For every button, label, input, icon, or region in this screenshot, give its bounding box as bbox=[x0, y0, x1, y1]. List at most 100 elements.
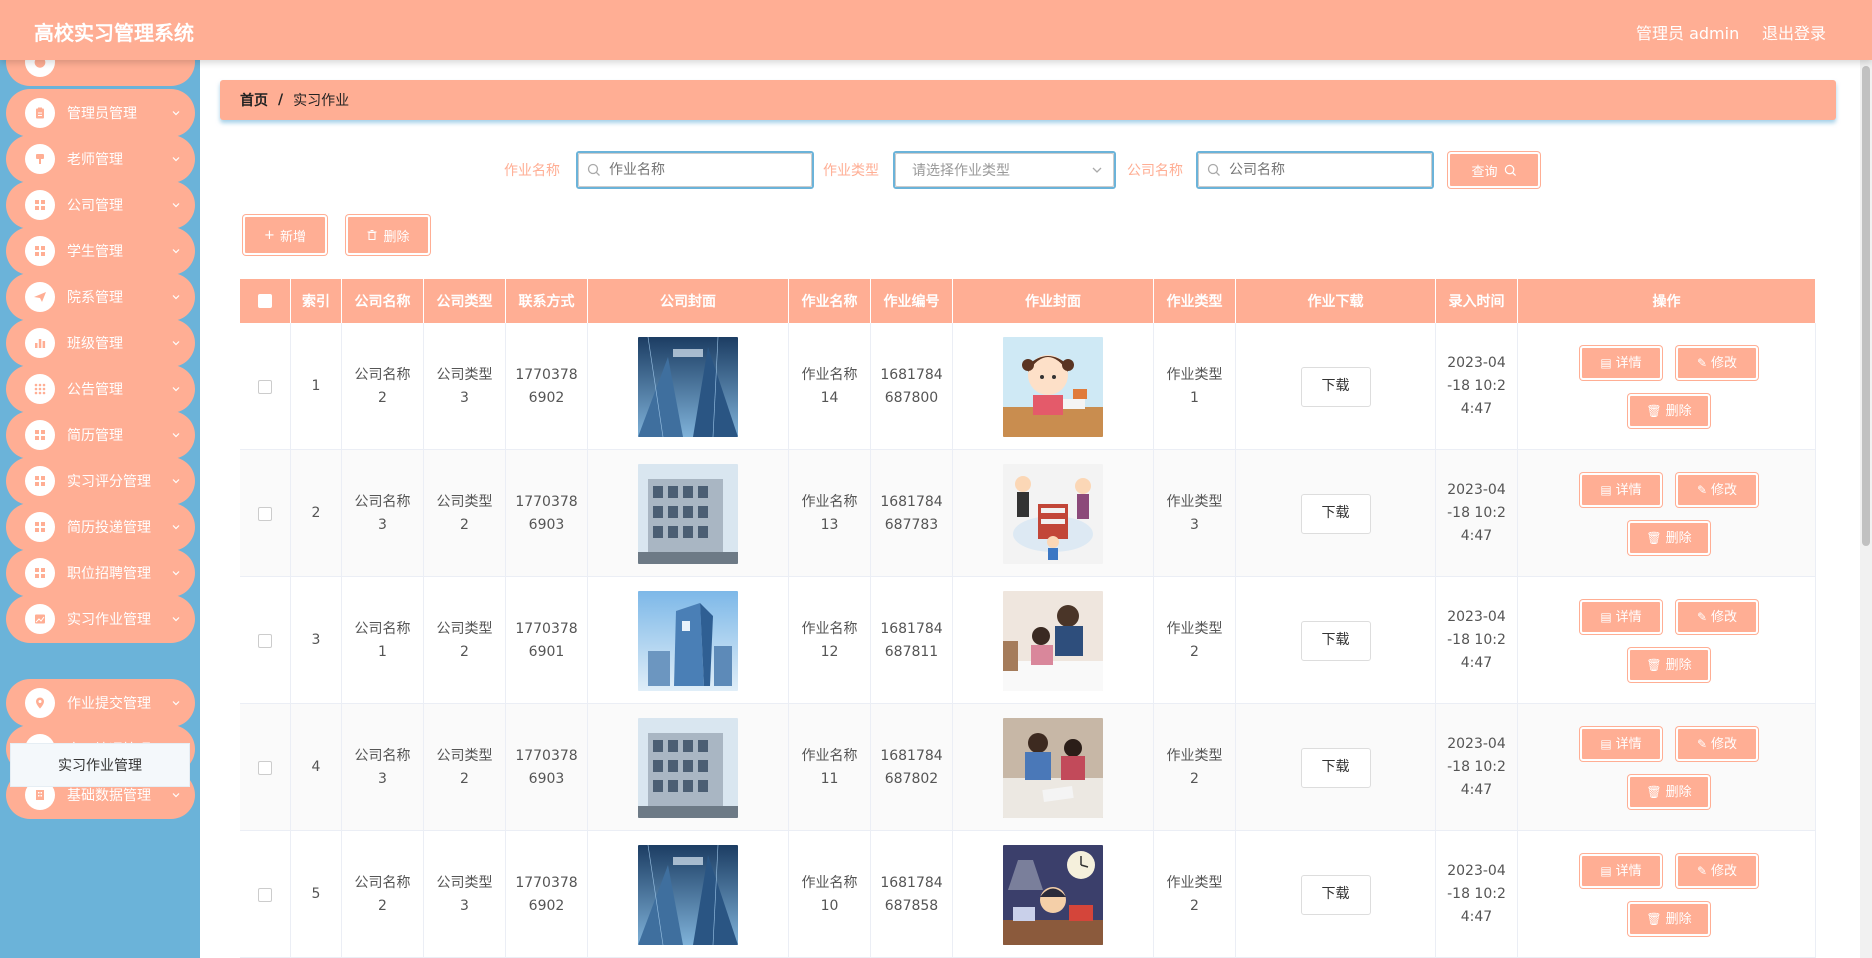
page-scrollbar[interactable] bbox=[1860, 60, 1872, 958]
sidebar-item-3[interactable]: 公司管理 bbox=[6, 181, 195, 229]
sidebar-item-2[interactable]: 老师管理 bbox=[6, 135, 195, 183]
operations-cell: ▤ 详情 ✎ 修改 🗑 删除 bbox=[1518, 323, 1816, 450]
edit-button[interactable]: ✎ 修改 bbox=[1676, 473, 1758, 507]
sidebar-item-10[interactable]: 简历投递管理 bbox=[6, 503, 195, 551]
paper-plane-icon bbox=[25, 282, 55, 312]
type-filter-select[interactable]: 请选择作业类型 bbox=[893, 151, 1116, 189]
detail-button[interactable]: ▤ 详情 bbox=[1580, 854, 1662, 888]
document-icon: ▤ bbox=[1600, 736, 1612, 751]
logout-link[interactable]: 退出登录 bbox=[1762, 20, 1826, 44]
company-cover-image bbox=[638, 463, 738, 564]
name-filter-input[interactable] bbox=[609, 162, 789, 178]
type-filter-label: 作业类型 bbox=[823, 163, 879, 179]
add-button[interactable]: + 新增 bbox=[243, 215, 327, 255]
homework-cover-image bbox=[1003, 717, 1103, 818]
cell-time: 2023-04 -18 10:2 4:47 bbox=[1436, 450, 1518, 577]
chevron-down-icon bbox=[172, 111, 180, 116]
sidebar-item-13[interactable]: 作业提交管理 bbox=[6, 679, 195, 727]
grid-icon bbox=[25, 420, 55, 450]
cell-index: 5 bbox=[291, 831, 342, 958]
header-select-all[interactable] bbox=[240, 279, 291, 323]
document-icon: ▤ bbox=[1600, 609, 1612, 624]
chevron-down-icon bbox=[172, 341, 180, 346]
sidebar-item-label: 院系管理 bbox=[67, 290, 123, 306]
cell-hw-name: 作业名称 12 bbox=[789, 577, 871, 704]
homework-cover-cell bbox=[953, 450, 1154, 577]
trash-icon: 🗑 bbox=[1646, 657, 1662, 672]
download-button[interactable]: 下载 bbox=[1300, 874, 1371, 915]
cell-hw-name: 作业名称 11 bbox=[789, 704, 871, 831]
chevron-down-icon bbox=[172, 793, 180, 798]
sidebar-item-8[interactable]: 简历管理 bbox=[6, 411, 195, 459]
company-cover-image bbox=[638, 336, 738, 437]
name-filter-label: 作业名称 bbox=[504, 163, 560, 179]
breadcrumb-separator: / bbox=[278, 92, 284, 108]
sidebar-item-5[interactable]: 院系管理 bbox=[6, 273, 195, 321]
row-checkbox[interactable] bbox=[258, 506, 272, 521]
sidebar-item-label: 简历管理 bbox=[67, 428, 123, 444]
sidebar-item-11[interactable]: 职位招聘管理 bbox=[6, 549, 195, 597]
podium-icon bbox=[25, 144, 55, 174]
sidebar-item-7[interactable]: 公告管理 bbox=[6, 365, 195, 413]
sidebar-item-12[interactable]: 实习作业管理 bbox=[6, 595, 195, 643]
detail-button[interactable]: ▤ 详情 bbox=[1580, 600, 1662, 634]
detail-button[interactable]: ▤ 详情 bbox=[1580, 346, 1662, 380]
sidebar-item-6[interactable]: 班级管理 bbox=[6, 319, 195, 367]
row-delete-button[interactable]: 🗑 删除 bbox=[1628, 648, 1710, 682]
detail-button[interactable]: ▤ 详情 bbox=[1580, 473, 1662, 507]
sidebar-item-label: 管理员管理 bbox=[67, 106, 137, 122]
search-icon bbox=[1504, 164, 1516, 176]
edit-button[interactable]: ✎ 修改 bbox=[1676, 346, 1758, 380]
location-icon bbox=[25, 688, 55, 718]
row-checkbox[interactable] bbox=[258, 633, 272, 648]
clipboard-icon bbox=[25, 98, 55, 128]
select-all-checkbox[interactable] bbox=[258, 294, 272, 308]
row-delete-button[interactable]: 🗑 删除 bbox=[1628, 394, 1710, 428]
document-icon: ▤ bbox=[1600, 482, 1612, 497]
cell-time: 2023-04 -18 10:2 4:47 bbox=[1436, 831, 1518, 958]
row-delete-button-label: 删除 bbox=[1665, 403, 1692, 419]
query-button[interactable]: 查询 bbox=[1448, 152, 1540, 188]
breadcrumb-home[interactable]: 首页 bbox=[240, 90, 268, 110]
sidebar-item-label: 学生管理 bbox=[67, 244, 123, 260]
sidebar-item-hidden[interactable]: ● bbox=[6, 60, 195, 86]
row-checkbox[interactable] bbox=[258, 760, 272, 775]
chevron-down-icon bbox=[172, 701, 180, 706]
row-delete-button[interactable]: 🗑 删除 bbox=[1628, 775, 1710, 809]
sidebar-item-4[interactable]: 学生管理 bbox=[6, 227, 195, 275]
download-button[interactable]: 下载 bbox=[1300, 747, 1371, 788]
cell-hw-no: 1681784 687802 bbox=[871, 704, 953, 831]
breadcrumb-current: 实习作业 bbox=[293, 93, 350, 109]
edit-button[interactable]: ✎ 修改 bbox=[1676, 727, 1758, 761]
edit-button[interactable]: ✎ 修改 bbox=[1676, 854, 1758, 888]
company-filter-input[interactable] bbox=[1229, 162, 1409, 178]
row-delete-button[interactable]: 🗑 删除 bbox=[1628, 902, 1710, 936]
table-header: 索引 公司名称 公司类型 联系方式 公司封面 作业名称 作业编号 作业封面 作业类型 作业下载 录入… bbox=[240, 279, 1816, 323]
edit-icon: ✎ bbox=[1696, 736, 1708, 751]
download-button[interactable]: 下载 bbox=[1300, 366, 1371, 407]
sidebar-item-9[interactable]: 实习评分管理 bbox=[6, 457, 195, 505]
homework-cover-image bbox=[1003, 336, 1103, 437]
column-header: 作业名称 bbox=[789, 279, 871, 323]
cell-index: 3 bbox=[291, 577, 342, 704]
cell-hw-type: 作业类型 2 bbox=[1154, 831, 1236, 958]
column-header: 操作 bbox=[1518, 279, 1816, 323]
detail-button[interactable]: ▤ 详情 bbox=[1580, 727, 1662, 761]
edit-button[interactable]: ✎ 修改 bbox=[1676, 600, 1758, 634]
operations-cell: ▤ 详情 ✎ 修改 🗑 删除 bbox=[1518, 577, 1816, 704]
scrollbar-thumb[interactable] bbox=[1862, 66, 1870, 546]
row-checkbox[interactable] bbox=[258, 887, 272, 902]
download-button[interactable]: 下载 bbox=[1300, 620, 1371, 661]
row-delete-button[interactable]: 🗑 删除 bbox=[1628, 521, 1710, 555]
company-filter-box bbox=[1196, 151, 1434, 189]
row-select-cell bbox=[240, 323, 291, 450]
sidebar-item-label: 简历投递管理 bbox=[67, 520, 151, 536]
document-icon: ▤ bbox=[1600, 863, 1612, 878]
sidebar-subitem-active[interactable]: 实习作业管理 bbox=[10, 743, 190, 787]
download-cell: 下载 bbox=[1236, 831, 1436, 958]
sidebar-item-1[interactable]: 管理员管理 bbox=[6, 89, 195, 137]
row-checkbox[interactable] bbox=[258, 379, 272, 394]
bulk-delete-button[interactable]: 删除 bbox=[346, 215, 430, 255]
download-button[interactable]: 下载 bbox=[1300, 493, 1371, 534]
column-header: 作业类型 bbox=[1154, 279, 1236, 323]
